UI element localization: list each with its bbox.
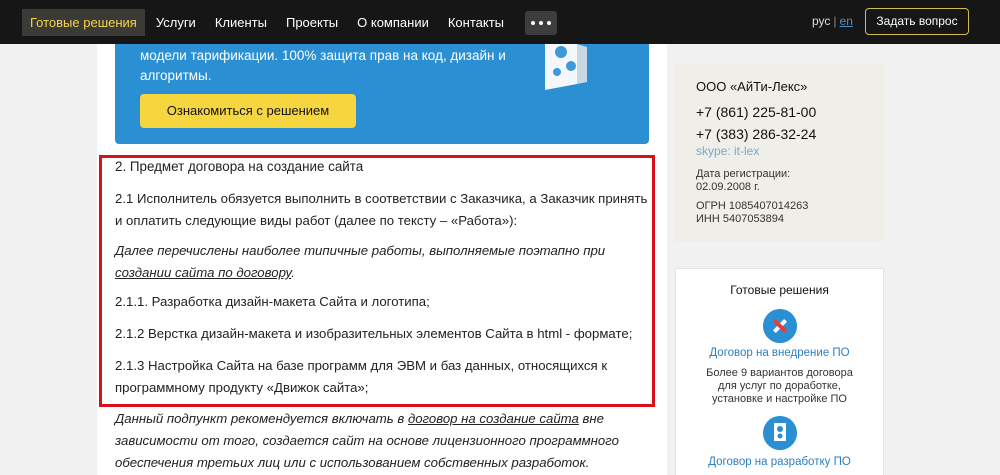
menu-item-projects[interactable]: Проекты xyxy=(278,9,346,36)
software-box-icon xyxy=(545,44,587,90)
ogrn: ОГРН 1085407014263 xyxy=(696,200,809,212)
promo-banner: модели тарификации. 100% защита прав на … xyxy=(115,44,649,144)
ask-question-button[interactable]: Задать вопрос xyxy=(865,8,969,35)
inn: ИНН 5407053894 xyxy=(696,213,785,225)
menu-item-contacts[interactable]: Контакты xyxy=(440,9,512,36)
phone-2[interactable]: +7 (383) 286-32-24 xyxy=(696,126,816,142)
lang-en[interactable]: en xyxy=(840,14,853,28)
solution-desc-line-3: установке и настройке ПО xyxy=(712,393,847,405)
view-solution-button[interactable]: Ознакомиться с решением xyxy=(140,94,356,128)
solution-desc-line-1: Более 9 вариантов договора xyxy=(706,367,853,379)
software-doc-icon[interactable] xyxy=(763,416,797,450)
link-development-contract[interactable]: Договор на разработку ПО xyxy=(676,456,883,468)
promo-text: модели тарификации. 100% защита прав на … xyxy=(140,48,506,83)
company-card: ООО «АйТи-Лекс» +7 (861) 225-81-00 +7 (3… xyxy=(675,64,884,242)
main-menu: Готовые решения Услуги Клиенты Проекты О… xyxy=(22,9,557,36)
note2-text: Данный подпункт рекомендуется включать в xyxy=(115,411,408,426)
top-navigation: Готовые решения Услуги Клиенты Проекты О… xyxy=(0,0,1000,44)
menu-item-about[interactable]: О компании xyxy=(349,9,437,36)
tools-icon[interactable] xyxy=(763,309,797,343)
language-switcher: рус | en xyxy=(812,14,853,28)
menu-item-clients[interactable]: Клиенты xyxy=(207,9,275,36)
link-implementation-contract[interactable]: Договор на внедрение ПО xyxy=(676,347,883,359)
company-name: ООО «АйТи-Лекс» xyxy=(696,79,808,94)
highlight-frame xyxy=(99,155,655,407)
registration-date: 02.09.2008 г. xyxy=(696,181,760,193)
note-subpoint: Данный подпункт рекомендуется включать в… xyxy=(115,408,655,474)
menu-item-services[interactable]: Услуги xyxy=(148,9,204,36)
link-site-contract[interactable]: договор на создание сайта xyxy=(408,411,579,426)
menu-item-solutions[interactable]: Готовые решения xyxy=(22,9,145,36)
lang-separator: | xyxy=(833,14,837,28)
more-dots-icon[interactable] xyxy=(525,10,557,35)
lang-ru[interactable]: рус xyxy=(812,14,830,28)
phone-1[interactable]: +7 (861) 225-81-00 xyxy=(696,104,816,120)
registration-label: Дата регистрации: xyxy=(696,168,791,180)
skype-contact[interactable]: skype: it-lex xyxy=(696,144,759,158)
solutions-title: Готовые решения xyxy=(730,283,829,297)
solutions-card: Готовые решения Договор на внедрение ПО … xyxy=(675,268,884,475)
solution-desc-line-2: для услуг по доработке, xyxy=(718,380,841,392)
